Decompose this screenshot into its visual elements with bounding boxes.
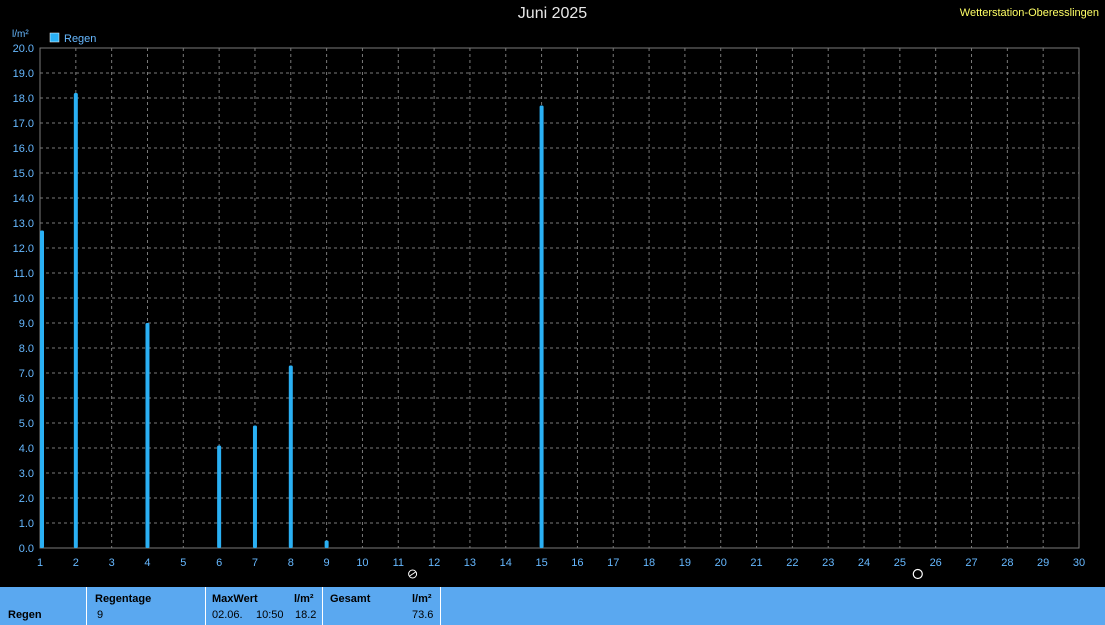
x-tick-label: 9 — [324, 557, 330, 569]
x-tick-label: 20 — [715, 557, 727, 569]
x-tick-label: 18 — [643, 557, 655, 569]
x-tick-label: 24 — [858, 557, 870, 569]
y-tick-label: 14.0 — [13, 193, 34, 205]
maxwert-date: 02.06. — [212, 609, 243, 621]
y-tick-label: 7.0 — [19, 368, 34, 380]
stats-row-label: Regen — [8, 609, 42, 621]
regentage-label: Regentage — [95, 593, 152, 605]
bar-regen-day-7 — [252, 425, 257, 548]
x-tick-label: 4 — [144, 557, 150, 569]
stats-gesamt-cell: Gesamt l/m² 73.6 — [323, 587, 441, 625]
x-tick-label: 29 — [1037, 557, 1049, 569]
legend-label: Regen — [64, 33, 96, 45]
stats-regentage-cell: Regentage 9 — [87, 587, 206, 625]
maxwert-label: MaxWert — [212, 593, 258, 605]
full-moon-icon — [912, 568, 923, 580]
y-tick-label: 4.0 — [19, 443, 34, 455]
chart-title: Juni 2025 — [517, 5, 588, 22]
y-tick-label: 0.0 — [19, 543, 34, 555]
x-tick-label: 19 — [679, 557, 691, 569]
y-tick-label: 19.0 — [13, 68, 34, 80]
bar-regen-day-1 — [40, 230, 44, 548]
x-tick-label: 16 — [571, 557, 583, 569]
y-tick-label: 11.0 — [13, 268, 34, 280]
legend-swatch — [49, 32, 60, 43]
y-tick-label: 10.0 — [13, 293, 34, 305]
x-tick-label: 23 — [822, 557, 834, 569]
gesamt-value: 73.6 — [412, 609, 434, 621]
x-tick-label: 25 — [894, 557, 906, 569]
x-tick-label: 17 — [607, 557, 619, 569]
x-tick-label: 11 — [393, 557, 404, 569]
x-tick-label: 5 — [180, 557, 186, 569]
x-tick-label: 3 — [109, 557, 115, 569]
x-tick-label: 27 — [965, 557, 977, 569]
x-tick-label: 10 — [356, 557, 368, 569]
x-tick-label: 22 — [786, 557, 798, 569]
regentage-value: 9 — [97, 609, 104, 621]
y-tick-label: 18.0 — [13, 93, 34, 105]
maxwert-value: 18.2 — [295, 609, 317, 621]
maxwert-unit: l/m² — [294, 593, 314, 605]
bar-regen-day-15 — [539, 105, 544, 548]
bar-regen-day-8 — [288, 365, 293, 548]
y-tick-label: 1.0 — [19, 518, 34, 530]
bar-regen-day-2 — [73, 93, 78, 548]
y-tick-label: 2.0 — [19, 493, 34, 505]
x-tick-label: 15 — [535, 557, 547, 569]
y-tick-label: 3.0 — [19, 468, 34, 480]
maxwert-time: 10:50 — [256, 609, 284, 621]
y-tick-label: 6.0 — [19, 393, 34, 405]
bar-regen-day-9 — [324, 540, 329, 548]
y-tick-label: 16.0 — [13, 143, 34, 155]
y-tick-label: 8.0 — [19, 343, 34, 355]
stats-maxwert-cell: MaxWert l/m² 02.06. 10:50 18.2 — [206, 587, 323, 625]
y-tick-label: 17.0 — [13, 118, 34, 130]
x-tick-label: 21 — [750, 557, 762, 569]
new-moon-icon-hatch — [409, 571, 416, 577]
x-tick-label: 7 — [252, 557, 258, 569]
station-name: Wetterstation-Oberesslingen — [959, 7, 1099, 19]
x-tick-label: 6 — [216, 557, 222, 569]
x-tick-label: 13 — [464, 557, 476, 569]
y-tick-label: 9.0 — [19, 318, 34, 330]
y-tick-label: 15.0 — [13, 168, 34, 180]
gesamt-unit: l/m² — [412, 593, 432, 605]
x-tick-label: 26 — [930, 557, 942, 569]
x-tick-label: 14 — [500, 557, 512, 569]
gesamt-label: Gesamt — [330, 593, 371, 605]
x-tick-label: 30 — [1073, 557, 1085, 569]
x-tick-label: 12 — [428, 557, 440, 569]
rain-chart: 0.01.02.03.04.05.06.07.08.09.010.011.012… — [12, 29, 1085, 580]
y-tick-label: 20.0 — [13, 43, 34, 55]
stats-panel: Regen Regentage 9 MaxWert l/m² 02.06. 10… — [0, 587, 1105, 625]
x-tick-label: 1 — [37, 557, 43, 569]
bar-regen-day-6 — [217, 445, 222, 548]
x-tick-label: 28 — [1001, 557, 1013, 569]
x-tick-label: 8 — [288, 557, 294, 569]
x-tick-label: 2 — [73, 557, 79, 569]
stats-row-label-cell: Regen — [0, 587, 87, 625]
y-tick-label: 13.0 — [13, 218, 34, 230]
y-tick-label: 12.0 — [13, 243, 34, 255]
bar-regen-day-4 — [145, 323, 150, 548]
y-axis-label: l/m² — [12, 29, 29, 40]
y-tick-label: 5.0 — [19, 418, 34, 430]
